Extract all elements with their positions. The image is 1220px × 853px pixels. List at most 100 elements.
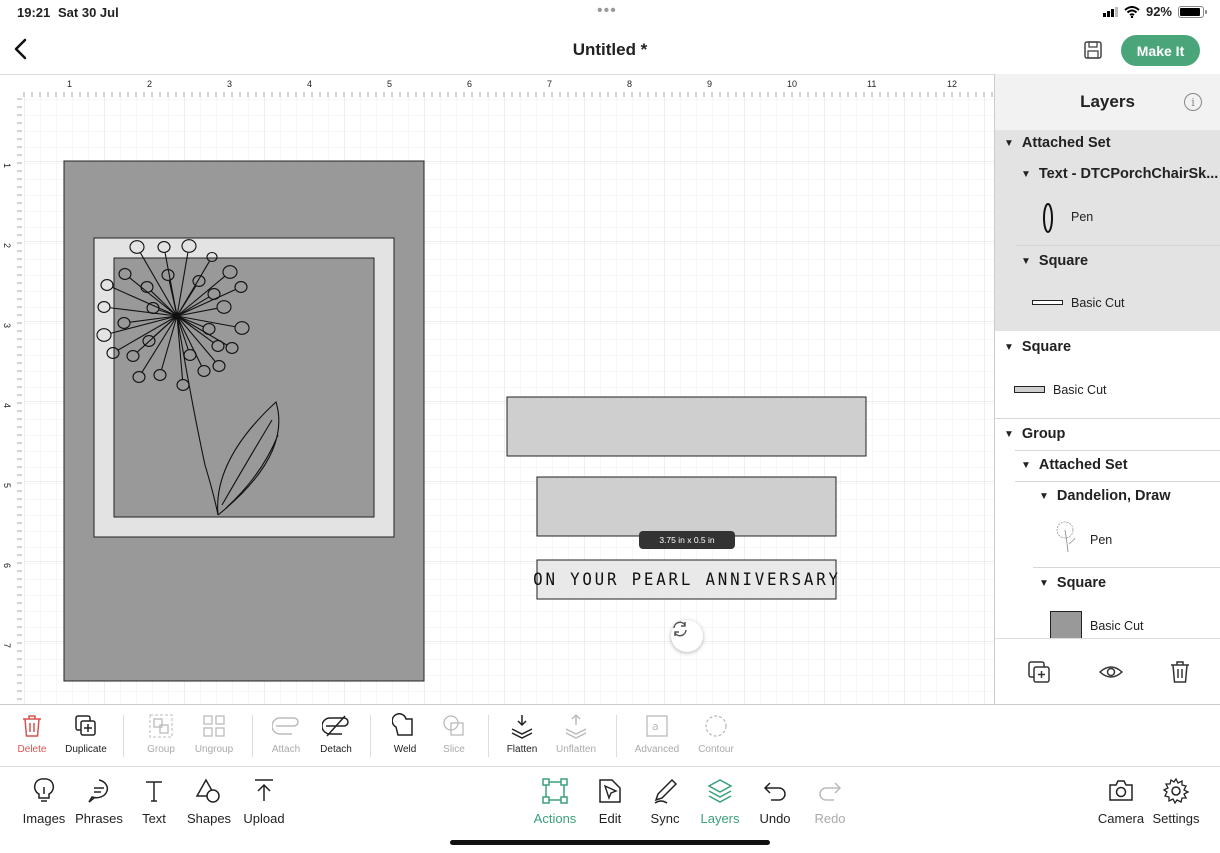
ungroup-button[interactable]: Ungroup bbox=[186, 713, 242, 755]
delete-button[interactable]: Delete bbox=[4, 713, 60, 755]
nav-shapes[interactable]: Shapes bbox=[179, 777, 239, 826]
dandelion-thumbnail-icon bbox=[1056, 521, 1076, 553]
expand-triangle-icon[interactable]: ▼ bbox=[1004, 429, 1014, 440]
save-icon[interactable] bbox=[1083, 40, 1103, 60]
wifi-icon bbox=[1124, 5, 1140, 18]
expand-triangle-icon[interactable]: ▼ bbox=[1004, 342, 1014, 353]
sync-pen-icon bbox=[654, 778, 678, 804]
unflatten-button[interactable]: Unflatten bbox=[548, 713, 604, 755]
ruler-top-label: 10 bbox=[787, 79, 797, 89]
nav-upload[interactable]: Upload bbox=[234, 777, 294, 826]
ruler-left-label: 5 bbox=[2, 483, 12, 488]
group-icon bbox=[149, 714, 173, 738]
multitasking-dots-icon[interactable]: ••• bbox=[597, 2, 617, 20]
layer-row-dandelion[interactable]: ▼ Dandelion, Draw bbox=[995, 480, 1220, 512]
weld-button[interactable]: Weld bbox=[377, 713, 433, 755]
flatten-button[interactable]: Flatten bbox=[494, 713, 550, 755]
camera-icon bbox=[1109, 780, 1133, 801]
operation-label: Basic Cut bbox=[1053, 383, 1107, 397]
nav-actions[interactable]: Actions bbox=[525, 777, 585, 826]
expand-triangle-icon[interactable]: ▼ bbox=[1039, 491, 1049, 502]
detach-button[interactable]: Detach bbox=[308, 713, 364, 755]
settings-gear-icon bbox=[1162, 777, 1190, 805]
anniversary-text[interactable]: ON YOUR PEARL ANNIVERSARY bbox=[533, 560, 838, 599]
nav-settings[interactable]: Settings bbox=[1146, 777, 1206, 826]
ruler-left-label: 7 bbox=[2, 643, 12, 648]
ruler-left-label: 2 bbox=[2, 243, 12, 248]
layers-stack-icon bbox=[707, 779, 733, 803]
layer-row-square[interactable]: ▼ Square bbox=[995, 245, 1220, 277]
ruler-top-label: 5 bbox=[387, 79, 392, 89]
rotate-handle-icon[interactable] bbox=[671, 620, 703, 652]
nav-redo[interactable]: Redo bbox=[800, 777, 860, 826]
nav-camera[interactable]: Camera bbox=[1091, 777, 1151, 826]
edit-cursor-icon bbox=[599, 779, 621, 803]
speech-bubble-icon bbox=[88, 779, 109, 803]
layer-row-square[interactable]: ▼ Square bbox=[995, 331, 1220, 363]
expand-triangle-icon[interactable]: ▼ bbox=[1021, 169, 1031, 180]
panel-square-top[interactable] bbox=[506, 396, 867, 457]
layer-row-square[interactable]: ▼ Square bbox=[995, 567, 1220, 599]
operation-label: Pen bbox=[1071, 210, 1094, 224]
nav-sync[interactable]: Sync bbox=[635, 777, 695, 826]
panel-square-middle[interactable] bbox=[536, 476, 837, 537]
cellular-signal-icon bbox=[1102, 6, 1118, 17]
duplicate-layer-icon[interactable] bbox=[1026, 659, 1052, 685]
status-bar: 19:21 Sat 30 Jul ••• 92% bbox=[0, 0, 1220, 26]
attach-button[interactable]: Attach bbox=[258, 713, 314, 755]
layer-row-group[interactable]: ▼ Group bbox=[995, 418, 1220, 450]
expand-triangle-icon[interactable]: ▼ bbox=[1021, 256, 1031, 267]
ruler-top-label: 7 bbox=[547, 79, 552, 89]
make-it-button[interactable]: Make It bbox=[1121, 35, 1200, 66]
ungroup-icon bbox=[203, 715, 225, 737]
operation-label: Basic Cut bbox=[1090, 619, 1144, 633]
paperclip-icon bbox=[272, 717, 299, 735]
project-title[interactable]: Untitled * bbox=[0, 40, 1220, 60]
layer-row-attached-set[interactable]: ▼ Attached Set bbox=[995, 127, 1220, 159]
info-icon[interactable]: i bbox=[1184, 93, 1202, 111]
slice-button[interactable]: Slice bbox=[426, 713, 482, 755]
advanced-icon: a bbox=[646, 715, 668, 737]
edit-toolbar: Delete Duplicate Group Ungroup Attach De… bbox=[0, 704, 1220, 766]
duplicate-button[interactable]: Duplicate bbox=[58, 713, 114, 755]
delete-layer-trash-icon[interactable] bbox=[1167, 659, 1193, 685]
advanced-button[interactable]: a Advanced bbox=[629, 713, 685, 755]
slice-icon bbox=[443, 715, 464, 736]
nav-text[interactable]: Text bbox=[124, 777, 184, 826]
ruler-top-label: 2 bbox=[147, 79, 152, 89]
contour-button[interactable]: Contour bbox=[688, 713, 744, 755]
design-canvas[interactable]: 1 2 3 4 5 6 7 8 9 10 11 12 1234567 ON YOUR PEARL AN… bbox=[0, 74, 994, 704]
operation-label: Pen bbox=[1090, 533, 1113, 547]
expand-triangle-icon[interactable]: ▼ bbox=[1039, 578, 1049, 589]
upload-arrow-icon bbox=[255, 779, 273, 801]
ruler-top-label: 12 bbox=[947, 79, 957, 89]
ruler-top-label: 9 bbox=[707, 79, 712, 89]
ruler-top-label: 8 bbox=[627, 79, 632, 89]
ruler-top-label: 1 bbox=[67, 79, 72, 89]
unflatten-icon bbox=[565, 713, 587, 739]
nav-images[interactable]: Images bbox=[14, 777, 74, 826]
undo-arrow-icon bbox=[763, 782, 786, 801]
group-button[interactable]: Group bbox=[133, 713, 189, 755]
nav-edit[interactable]: Edit bbox=[580, 777, 640, 826]
battery-icon bbox=[1178, 5, 1207, 18]
top-header: Untitled * Make It bbox=[0, 26, 1220, 74]
bottom-nav: Images Phrases Text Shapes Upload Action… bbox=[0, 766, 1220, 853]
contour-icon bbox=[705, 715, 727, 737]
clock: 19:21 bbox=[17, 5, 51, 20]
nav-phrases[interactable]: Phrases bbox=[69, 777, 129, 826]
actions-nodes-icon bbox=[542, 778, 568, 804]
nav-layers[interactable]: Layers bbox=[690, 777, 750, 826]
nav-undo[interactable]: Undo bbox=[745, 777, 805, 826]
left-ruler bbox=[0, 75, 22, 704]
expand-triangle-icon[interactable]: ▼ bbox=[1021, 460, 1031, 471]
rect-thumbnail-icon bbox=[1014, 386, 1045, 393]
canvas-drawing: 1 2 3 4 5 6 7 8 9 10 11 12 1234567 bbox=[0, 75, 994, 704]
text-t-icon bbox=[146, 781, 162, 802]
layer-row-text[interactable]: ▼ Text - DTCPorchChairSk... bbox=[995, 158, 1220, 190]
visibility-eye-icon[interactable] bbox=[1098, 659, 1124, 685]
ruler-top-label: 11 bbox=[867, 79, 876, 89]
ruler-left-label: 1 bbox=[2, 163, 12, 168]
expand-triangle-icon[interactable]: ▼ bbox=[1004, 138, 1014, 149]
layer-row-attached-set[interactable]: ▼ Attached Set bbox=[995, 449, 1220, 481]
